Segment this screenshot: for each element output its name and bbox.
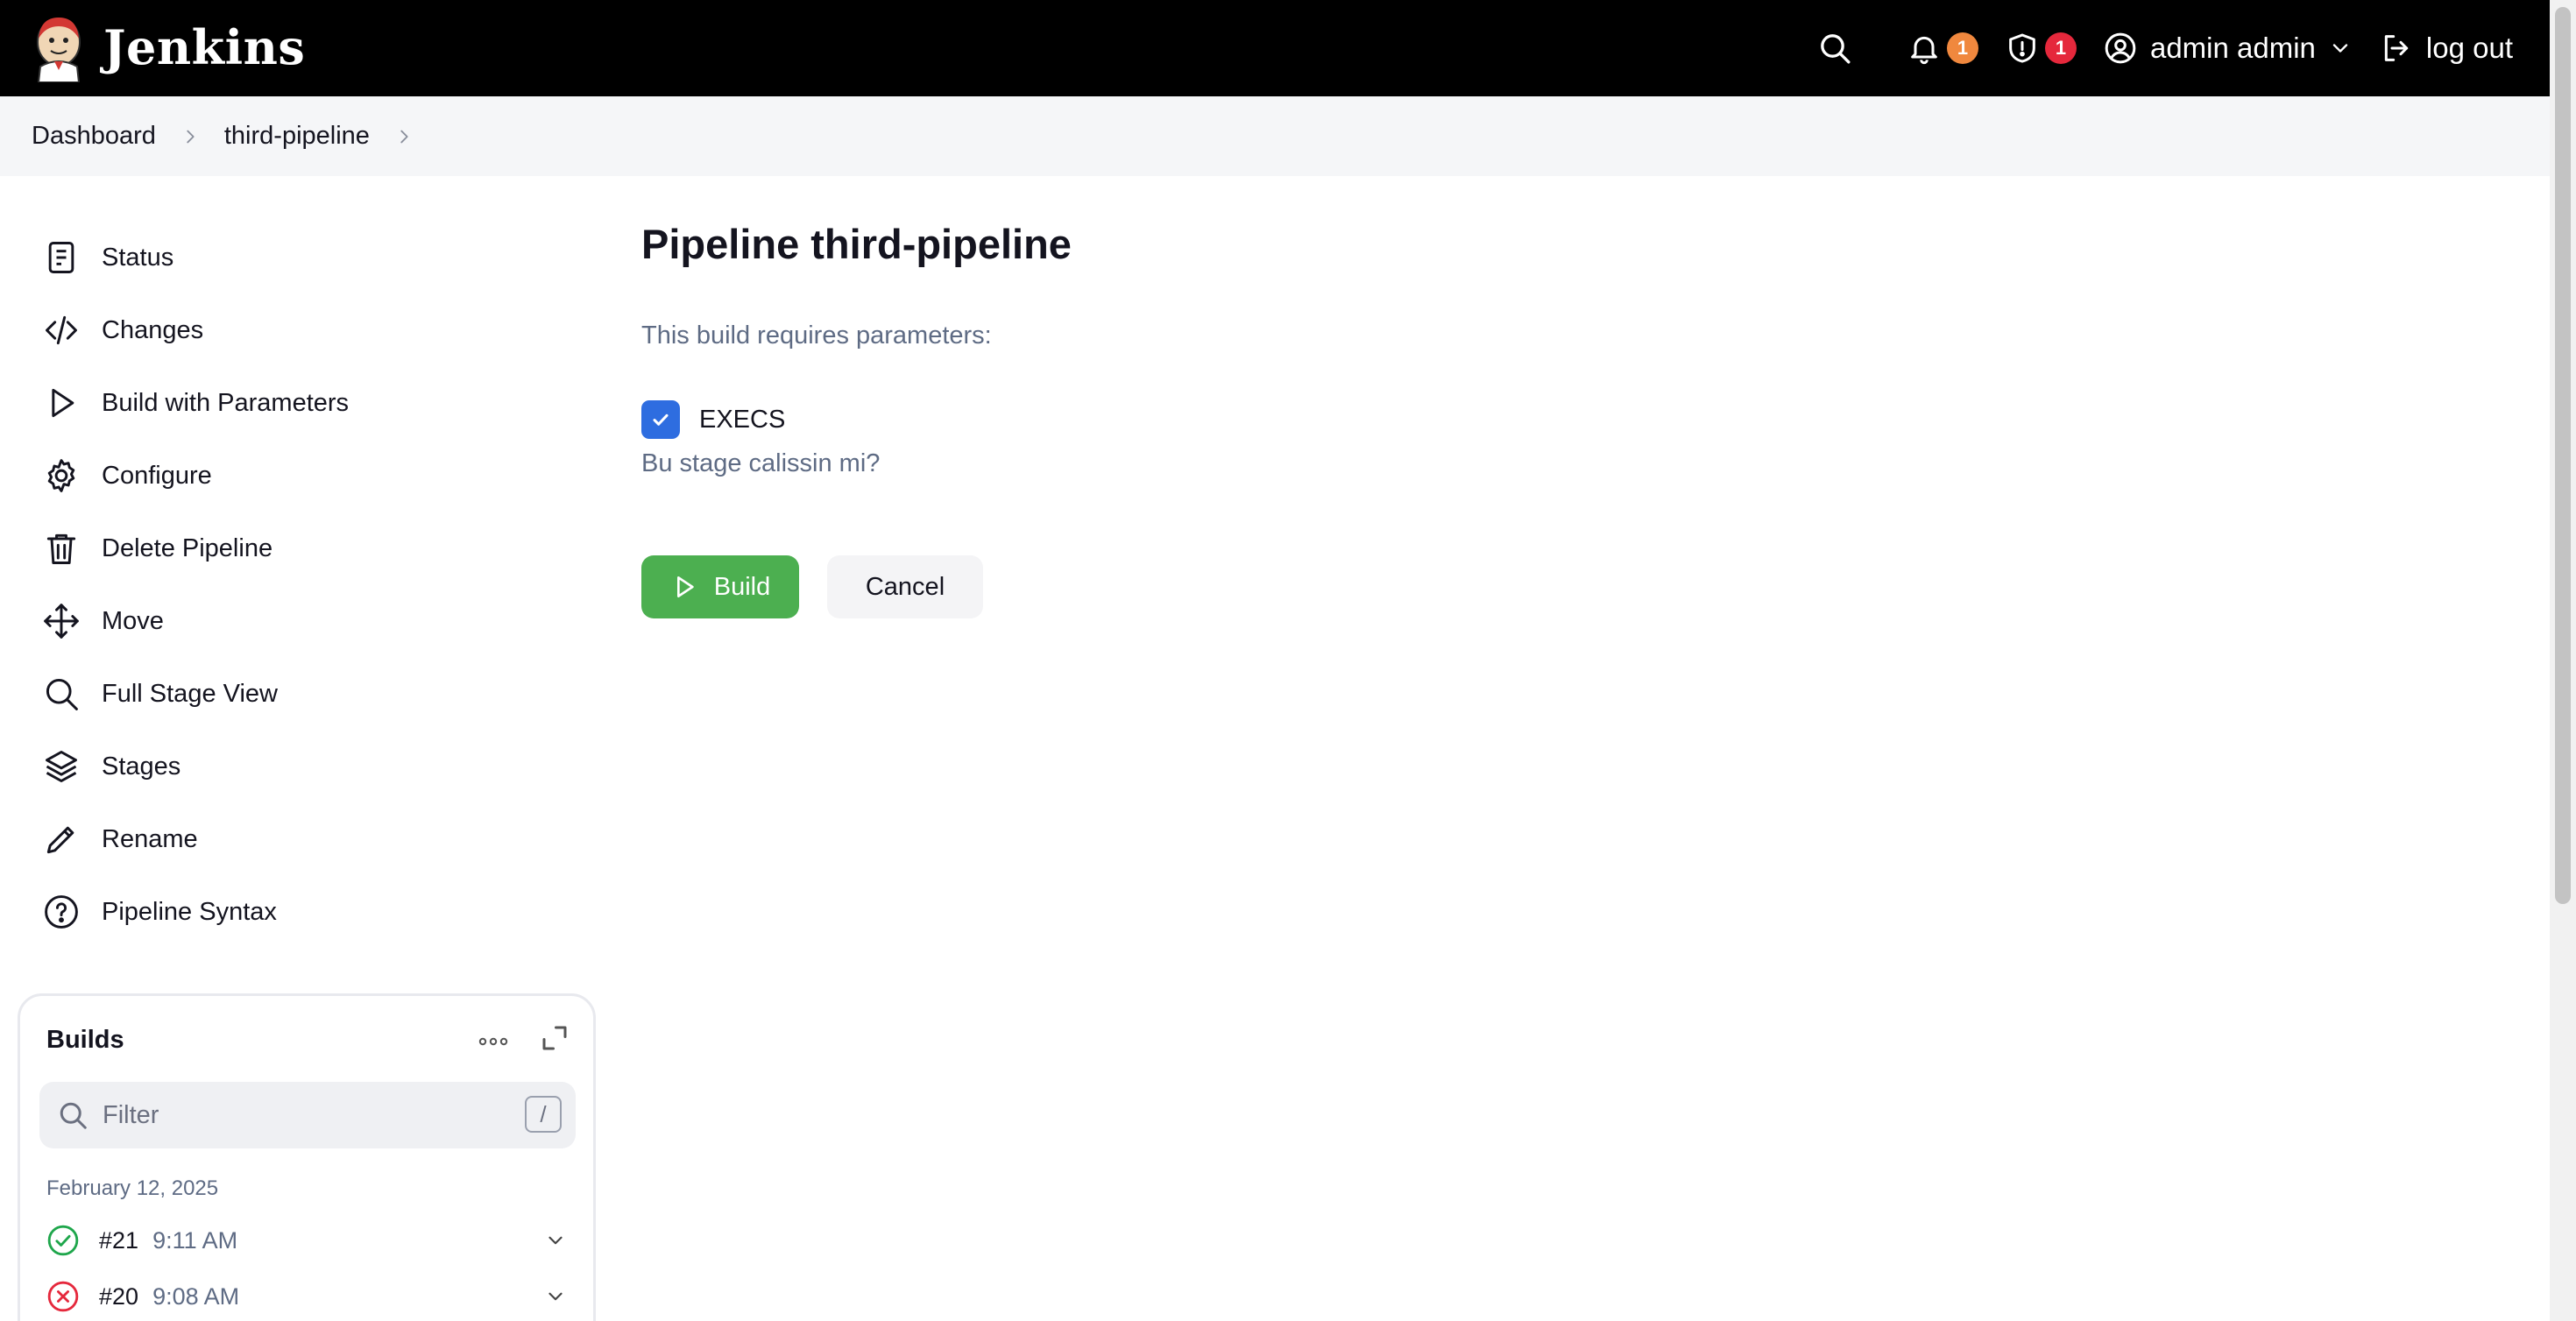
- keyboard-shortcut-badge: /: [525, 1096, 562, 1133]
- build-time: 9:08 AM: [152, 1282, 240, 1310]
- more-options-icon[interactable]: [476, 1026, 511, 1057]
- chevron-down-icon: [2332, 44, 2348, 53]
- header-actions: 1 1 admin admin log out: [1817, 0, 2513, 96]
- help-icon: [45, 895, 78, 929]
- success-check-icon: [47, 1225, 79, 1256]
- breadcrumb: Dashboard third-pipeline: [0, 96, 2550, 176]
- sidebar-item-label: Stages: [102, 752, 181, 781]
- brand-link[interactable]: Jenkins: [32, 12, 305, 82]
- search-icon: [1821, 34, 1851, 64]
- builds-panel: Builds / February 12, 2025 #21 9:11 AM: [18, 993, 596, 1321]
- build-time: 9:11 AM: [152, 1226, 238, 1254]
- jenkins-page: Jenkins 1 1 admin admin log out Dashboar…: [0, 0, 2576, 1321]
- sidebar-item-rename[interactable]: Rename: [42, 809, 585, 870]
- bell-icon: [1911, 36, 1937, 65]
- brand-name: Jenkins: [103, 19, 306, 75]
- sidebar-item-pipeline-syntax[interactable]: Pipeline Syntax: [42, 881, 585, 943]
- gear-icon: [47, 459, 75, 492]
- parameter-execs: EXECS: [641, 400, 785, 439]
- page-scrollbar-thumb[interactable]: [2555, 7, 2571, 904]
- builds-filter-input[interactable]: [103, 1082, 488, 1148]
- sidebar-item-label: Changes: [102, 315, 204, 344]
- page-title: Pipeline third-pipeline: [641, 221, 1072, 267]
- move-icon: [44, 604, 79, 639]
- logout-label: log out: [2425, 32, 2513, 64]
- search-icon: [60, 1102, 87, 1129]
- sidebar-item-label: Build with Parameters: [102, 388, 350, 417]
- failure-x-icon: [47, 1281, 79, 1312]
- execs-checkbox[interactable]: [641, 400, 680, 439]
- sidebar-item-status[interactable]: Status: [42, 227, 585, 288]
- sidebar-item-label: Status: [102, 243, 174, 272]
- code-icon: [46, 315, 77, 345]
- sidebar-item-changes[interactable]: Changes: [42, 300, 585, 361]
- sidebar-item-label: Rename: [102, 824, 198, 853]
- breadcrumb-third-pipeline[interactable]: third-pipeline: [224, 122, 370, 151]
- sidebar-item-build-with-parameters[interactable]: Build with Parameters: [42, 372, 585, 434]
- cancel-button-label: Cancel: [865, 572, 945, 601]
- sidebar-item-full-stage-view[interactable]: Full Stage View: [42, 663, 585, 724]
- user-name: admin admin: [2149, 32, 2316, 64]
- expand-icon[interactable]: [539, 1022, 570, 1054]
- logout-icon: [2384, 35, 2409, 61]
- page-description: This build requires parameters:: [641, 321, 992, 350]
- sidebar-item-label: Configure: [102, 461, 212, 490]
- build-row-21[interactable]: #21 9:11 AM: [46, 1219, 581, 1262]
- logout-button[interactable]: log out: [2379, 31, 2513, 66]
- sidebar-item-configure[interactable]: Configure: [42, 445, 585, 506]
- user-menu-button[interactable]: admin admin: [2103, 31, 2353, 66]
- builds-title: Builds: [46, 1026, 124, 1054]
- notifications-badge: 1: [1946, 32, 1978, 64]
- chevron-right-icon: [187, 130, 195, 143]
- sidebar-item-label: Move: [102, 606, 164, 635]
- parameter-help: Bu stage calissin mi?: [641, 449, 881, 477]
- top-header: Jenkins 1 1 admin admin log out: [0, 0, 2550, 96]
- pencil-icon: [46, 826, 74, 854]
- build-button[interactable]: Build: [641, 555, 799, 618]
- chevron-right-icon[interactable]: [394, 127, 414, 146]
- shield-icon: [2009, 33, 2035, 63]
- security-button[interactable]: 1: [2005, 31, 2077, 66]
- chevron-down-icon[interactable]: [544, 1285, 567, 1308]
- security-badge: 1: [2044, 32, 2077, 64]
- build-button-label: Build: [713, 572, 771, 601]
- sidebar-item-stages[interactable]: Stages: [42, 736, 585, 797]
- build-number[interactable]: #20: [99, 1283, 138, 1310]
- sidebar-item-label: Delete Pipeline: [102, 533, 273, 562]
- trash-icon: [46, 533, 76, 564]
- notifications-button[interactable]: 1: [1907, 31, 1978, 66]
- play-icon: [676, 576, 694, 597]
- build-row-20[interactable]: #20 9:08 AM: [46, 1275, 581, 1318]
- sidebar-item-label: Pipeline Syntax: [102, 897, 277, 926]
- sidebar-item-move[interactable]: Move: [42, 590, 585, 652]
- builds-filter: /: [39, 1082, 576, 1148]
- parameter-name[interactable]: EXECS: [699, 406, 785, 434]
- builds-date-group: February 12, 2025: [46, 1176, 219, 1200]
- jenkins-logo-icon: [37, 18, 81, 82]
- layers-icon: [46, 751, 77, 782]
- chevron-down-icon[interactable]: [544, 1229, 567, 1252]
- play-icon: [52, 388, 74, 418]
- sidebar-item-delete-pipeline[interactable]: Delete Pipeline: [42, 518, 585, 579]
- search-icon: [46, 678, 78, 710]
- search-button[interactable]: [1817, 31, 1852, 66]
- document-icon: [48, 242, 74, 273]
- user-icon: [2105, 32, 2136, 64]
- breadcrumb-dashboard[interactable]: Dashboard: [32, 122, 156, 151]
- checkmark-icon: [653, 413, 669, 426]
- build-number[interactable]: #21: [99, 1227, 138, 1254]
- cancel-button[interactable]: Cancel: [827, 555, 983, 618]
- sidebar-item-label: Full Stage View: [102, 679, 278, 708]
